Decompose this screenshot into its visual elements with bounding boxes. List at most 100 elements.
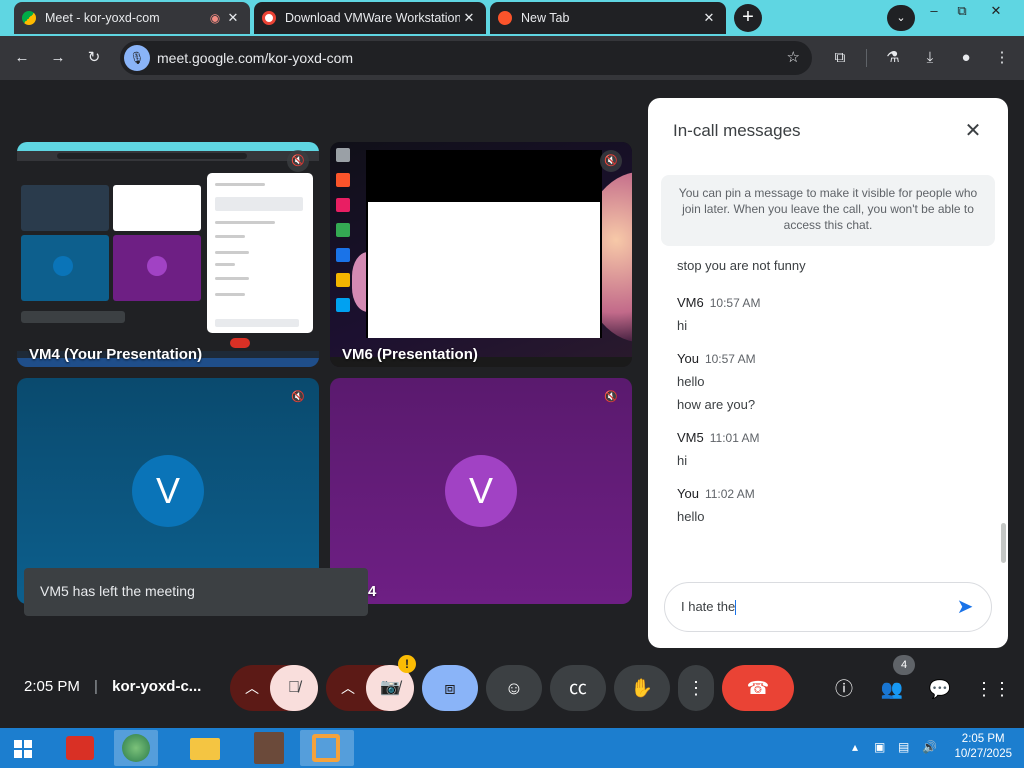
tile-vm4-presentation[interactable]: 🔇 VM4 (Your Presentation) [17,142,319,367]
chat-scrollbar[interactable] [1001,523,1006,563]
message-list[interactable]: stop you are not funny VM6 10:57 AM hi Yo… [677,258,977,578]
mini-chat-panel [207,173,313,333]
tab-vmware[interactable]: Download VMWare Workstation ✕ [254,2,486,34]
leave-call-button[interactable]: ☎ [722,665,794,711]
chat-panel: In-call messages ✕ You can pin a message… [648,98,1008,648]
people-icon[interactable]: 👥 [879,676,905,702]
message-text: hi [677,318,688,333]
labs-flask-icon[interactable]: ⚗ [881,46,905,70]
tab-search-button[interactable]: ⌄ [887,5,915,31]
display-icon[interactable]: ▤ [898,740,909,754]
shared-window-content [368,202,600,338]
system-clock[interactable]: 2:05 PM 10/27/2025 [954,732,1012,762]
toolbar-separator [866,49,867,67]
tile-name: VM6 (Presentation) [342,346,478,363]
tab-title: Meet - kor-yoxd-com [45,11,160,25]
start-button[interactable] [2,730,46,766]
tab-meet[interactable]: Meet - kor-yoxd-com ◉ ✕ [14,2,250,34]
message-group: You 10:57 AM hello how are you? [677,351,977,412]
volume-icon[interactable]: 🔊 [922,740,937,754]
close-icon[interactable]: ✕ [962,120,984,142]
message-header: VM6 10:57 AM [677,295,977,310]
file-explorer-icon [190,738,220,760]
chat-icon[interactable]: 💬 [927,676,953,702]
mini-toast [21,311,125,323]
video-options-chevron-icon[interactable]: ︿ [326,665,370,711]
tab-title: New Tab [521,11,570,25]
tab-new[interactable]: New Tab ✕ [490,2,726,34]
activities-grid-icon[interactable]: ⋮⋮ [975,676,1011,702]
meet-stage: 🔇 VM4 (Your Presentation) 🔇 VM6 (Present… [0,80,1024,728]
forward-icon[interactable]: → [46,46,70,70]
message-group: You 11:02 AM hello [677,486,977,524]
mic-permission-icon[interactable]: 🎙 [124,45,150,71]
audio-options-chevron-icon[interactable]: ︿ [230,665,274,711]
tile-vm6-presentation[interactable]: 🔇 VM6 (Presentation) [330,142,632,367]
tile-camera-vm4[interactable]: V 🔇 4 [330,378,632,604]
taskbar-app-explorer[interactable] [182,730,226,766]
taskbar-app-store[interactable] [58,730,102,766]
message-sender: VM5 [677,430,704,445]
message-composer[interactable]: I hate the ➤ [664,582,992,632]
app-icon [336,273,350,287]
taskbar-app-vmware[interactable] [300,730,354,766]
message-group: VM5 11:01 AM hi [677,430,977,468]
reload-icon[interactable]: ↻ [82,46,106,70]
message-header: VM5 11:01 AM [677,430,977,445]
send-icon[interactable]: ➤ [953,595,977,619]
back-icon[interactable]: ← [10,46,34,70]
mic-off-icon: 🔇 [291,391,305,403]
show-hidden-icons-chevron[interactable]: ▴ [852,740,858,754]
meeting-details-info-icon[interactable]: ⓘ [831,676,857,702]
firefox-icon [336,198,350,212]
profile-icon[interactable]: ● [954,46,978,70]
close-tab-icon[interactable]: ✕ [224,10,242,26]
message-text: hello [677,374,705,389]
video-control-group: ︿ 📷̸ ! [326,655,416,711]
message-header: You 11:02 AM [677,486,977,501]
participant-avatar: V [445,455,517,527]
captions-button[interactable]: ㏄ [550,665,606,711]
message-input[interactable]: I hate the [681,599,931,616]
message-time: 10:57 AM [704,352,756,366]
recycle-bin-icon [336,148,350,162]
mic-off-button[interactable]: 🎙̸ [270,665,318,711]
url-text[interactable]: meet.google.com/kor-yoxd-com [157,50,353,66]
downloads-icon[interactable]: ⤓ [918,46,942,70]
close-tab-icon[interactable]: ✕ [460,10,478,26]
more-options-button[interactable]: ⋮ [678,665,714,711]
maximize-button[interactable]: ⧉ [946,2,978,22]
message-sender: You [677,486,699,501]
mini-line [215,221,275,224]
mic-off-icon: 🔇 [600,150,622,172]
taskbar-app-media[interactable] [246,730,290,766]
present-button[interactable]: ⧈ [422,665,478,711]
meeting-info: 2:05 PM | kor-yoxd-c... [24,678,201,695]
left-meeting-toast: VM5 has left the meeting [24,568,368,616]
network-error-icon[interactable]: ▣ [874,740,885,754]
tile-name: 4 [368,583,377,600]
new-tab-button[interactable]: + [734,4,762,32]
emoji-reaction-button[interactable]: ☺ [486,665,542,711]
participant-avatar: V [132,455,204,527]
taskbar-app-browser[interactable] [114,730,158,766]
shared-screen-tabbar [17,142,319,151]
message-text: how are you? [677,397,756,412]
mini-line [215,197,303,211]
browser-menu-icon[interactable]: ⋮ [990,46,1014,70]
desktop-icons [334,148,354,348]
address-bar[interactable]: 🎙 meet.google.com/kor-yoxd-com ☆ [120,41,812,75]
extensions-icon[interactable]: ⧉ [828,46,852,70]
mini-line [215,263,235,266]
media-app-icon [254,732,284,764]
tile-name: VM4 (Your Presentation) [29,346,203,363]
close-tab-icon[interactable]: ✕ [700,10,718,26]
pin-info-note: You can pin a message to make it visible… [661,175,995,246]
windows-logo-icon [24,740,32,748]
close-window-button[interactable]: ✕ [980,2,1012,22]
bookmark-star-icon[interactable]: ☆ [787,48,800,66]
mini-tile [113,185,201,231]
mini-avatar [53,256,73,276]
message-sender: VM6 [677,295,704,310]
raise-hand-button[interactable]: ✋ [614,665,670,711]
